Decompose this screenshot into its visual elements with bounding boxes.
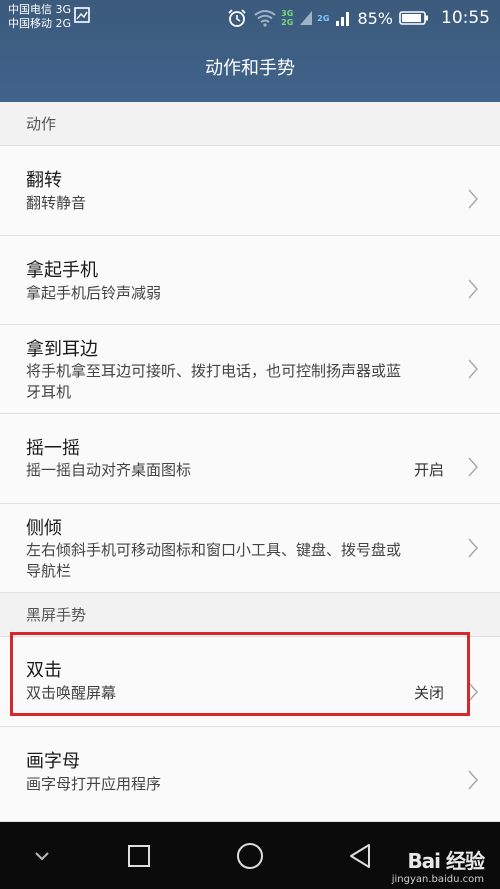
wifi-icon	[254, 10, 276, 27]
setting-title: 拿到耳边	[26, 339, 98, 360]
chevron-right-icon	[468, 682, 479, 702]
page-title: 动作和手势	[205, 58, 295, 79]
setting-draw-letter[interactable]: 画字母 画字母打开应用程序	[0, 727, 500, 822]
setting-subtitle: 拿起手机后铃声减弱	[26, 284, 162, 302]
carrier-2: 中国移动 2G	[8, 17, 72, 30]
setting-tilt[interactable]: 侧倾 左右倾斜手机可移动图标和窗口小工具、键盘、拨号盘或导航栏	[0, 504, 500, 593]
setting-pick-up[interactable]: 拿起手机 拿起手机后铃声减弱	[0, 236, 500, 325]
chevron-right-icon	[468, 279, 479, 299]
battery-percent: 85%	[357, 8, 393, 28]
back-button[interactable]	[344, 840, 376, 872]
setting-subtitle: 画字母打开应用程序	[26, 775, 162, 793]
alarm-icon	[228, 9, 246, 27]
signal-bars-icon	[336, 12, 350, 26]
status-bar: 中国电信 3G 中国移动 2G 3G 2G 2G 85% 10:55	[0, 0, 500, 36]
setting-shake[interactable]: 摇一摇 摇一摇自动对齐桌面图标 开启	[0, 414, 500, 504]
back-icon	[350, 844, 370, 868]
section-header-motion: 动作	[0, 102, 500, 146]
setting-subtitle: 摇一摇自动对齐桌面图标	[26, 461, 192, 479]
navigation-bar: Bai 经验 jingyan.baidu.com	[0, 822, 500, 889]
setting-flip[interactable]: 翻转 翻转静音	[0, 146, 500, 236]
home-icon	[237, 843, 263, 869]
setting-subtitle: 将手机拿至耳边可接听、拨打电话，也可控制扬声器或蓝牙耳机	[26, 362, 402, 401]
setting-value: 开启	[413, 461, 444, 479]
chevron-down-icon	[35, 852, 49, 861]
setting-value: 关闭	[413, 684, 444, 702]
setting-subtitle: 双击唤醒屏幕	[26, 684, 117, 702]
setting-title: 画字母	[26, 751, 80, 772]
setting-double-tap[interactable]: 双击 双击唤醒屏幕 关闭	[0, 637, 500, 727]
setting-to-ear[interactable]: 拿到耳边 将手机拿至耳边可接听、拨打电话，也可控制扬声器或蓝牙耳机	[0, 325, 500, 414]
chevron-right-icon	[468, 189, 479, 209]
chevron-right-icon	[468, 770, 479, 790]
clock: 10:55	[441, 8, 490, 28]
chevron-right-icon	[468, 538, 479, 558]
setting-title: 侧倾	[26, 518, 62, 539]
setting-title: 拿起手机	[26, 260, 98, 281]
setting-subtitle: 翻转静音	[26, 194, 87, 212]
signal-icon	[300, 11, 313, 25]
setting-subtitle: 左右倾斜手机可移动图标和窗口小工具、键盘、拨号盘或导航栏	[26, 541, 402, 580]
chevron-right-icon	[468, 457, 479, 477]
carrier-1: 中国电信 3G	[8, 3, 72, 16]
recent-apps-icon	[128, 845, 150, 867]
recent-apps-button[interactable]	[123, 840, 155, 872]
chevron-right-icon	[468, 359, 479, 379]
network-type: 3G 2G	[281, 9, 294, 27]
watermark-url: jingyan.baidu.com	[391, 874, 484, 885]
setting-title: 双击	[26, 660, 62, 681]
baidu-watermark: Bai 经验 jingyan.baidu.com	[391, 845, 485, 885]
setting-title: 摇一摇	[26, 438, 80, 459]
image-icon	[74, 7, 90, 23]
network-type-2: 2G	[317, 13, 330, 23]
watermark-brand: Bai 经验	[407, 849, 485, 873]
app-header: 中国电信 3G 中国移动 2G 3G 2G 2G 85% 10:55 动作和手势	[0, 0, 500, 102]
section-header-screen-off: 黑屏手势	[0, 593, 500, 637]
battery-icon	[399, 11, 428, 25]
hide-nav-button[interactable]	[26, 840, 58, 872]
home-button[interactable]	[234, 840, 266, 872]
setting-title: 翻转	[26, 170, 62, 191]
